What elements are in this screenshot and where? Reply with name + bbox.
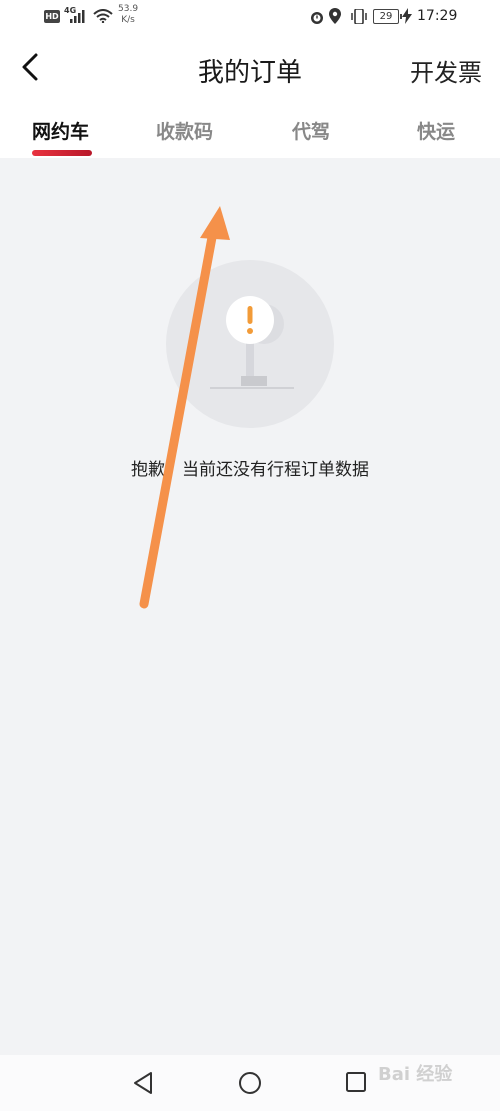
annotation-arrow-icon	[139, 206, 230, 609]
speed-unit: K/s	[121, 15, 135, 25]
invoice-button[interactable]: 开发票	[410, 53, 482, 88]
hd-indicator: HD	[44, 10, 60, 23]
empty-state-illustration	[166, 260, 334, 428]
nav-home-icon[interactable]	[238, 1071, 262, 1095]
active-tab-indicator	[32, 150, 92, 156]
nav-back-icon[interactable]	[132, 1071, 154, 1095]
empty-sign-icon	[210, 296, 294, 389]
wifi-icon	[93, 9, 113, 23]
watermark-logo: Bai 经验	[378, 1064, 453, 1085]
status-bar: HD 4G 53.9 K/s 29 17:29	[0, 0, 500, 36]
charging-icon	[402, 8, 412, 24]
tab-ride-hailing[interactable]: 网约车	[32, 117, 89, 144]
battery-indicator: 29	[373, 9, 402, 24]
alarm-icon	[311, 12, 323, 24]
nav-recents-icon[interactable]	[345, 1071, 367, 1093]
network-speed: 53.9 K/s	[118, 4, 138, 26]
speed-value: 53.9	[118, 4, 139, 14]
location-icon	[329, 8, 341, 24]
tab-chauffeur[interactable]: 代驾	[292, 117, 330, 144]
tab-payment-code[interactable]: 收款码	[156, 117, 213, 144]
vibrate-icon	[351, 9, 367, 24]
top-bar: HD 4G 53.9 K/s 29 17:29 我的订单 开发票 网约车 收款码…	[0, 0, 500, 158]
empty-state-message: 抱歉，当前还没有行程订单数据	[131, 460, 369, 480]
tab-express-freight[interactable]: 快运	[417, 117, 455, 144]
signal-icon	[70, 10, 85, 23]
clock: 17:29	[417, 8, 458, 24]
